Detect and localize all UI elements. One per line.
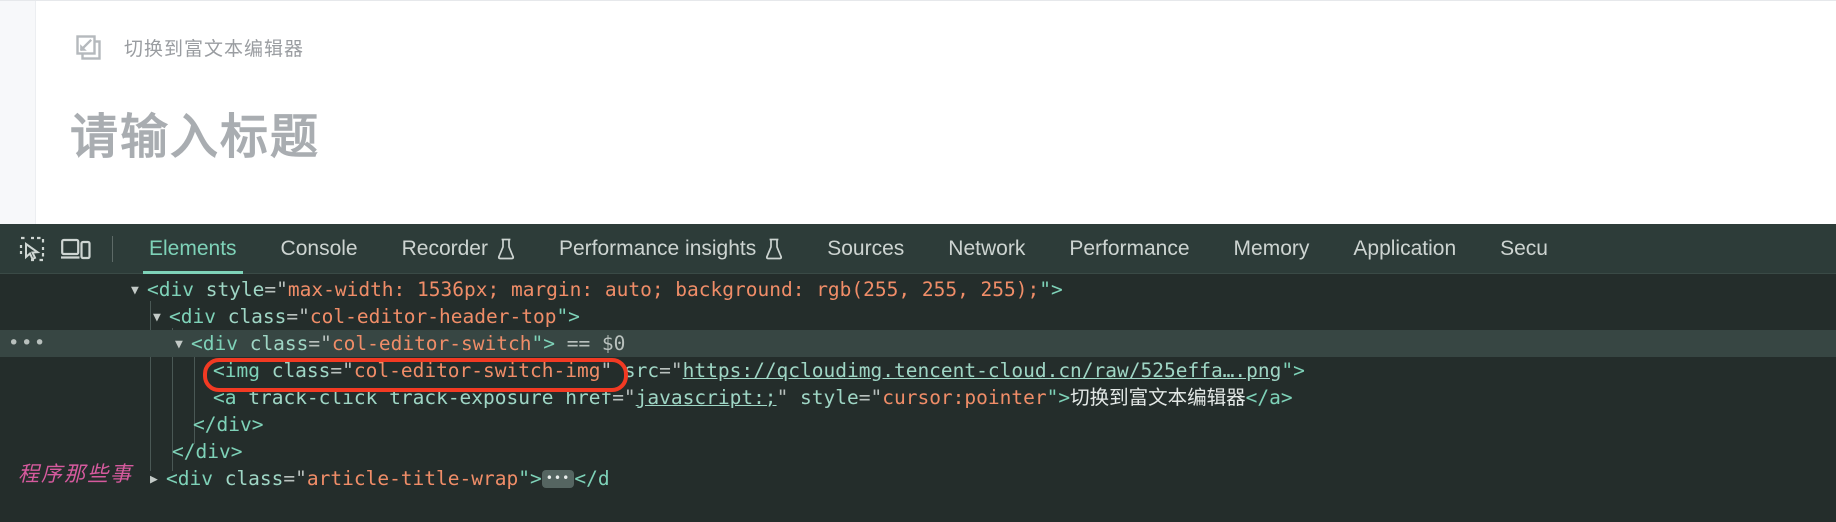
dom-attr-name: class <box>250 332 309 355</box>
dom-row-selected[interactable]: ••• ▼<div class="col-editor-switch"> == $… <box>0 330 1836 357</box>
switch-editor-icon[interactable] <box>75 34 102 61</box>
expand-triangle-icon[interactable]: ▼ <box>153 304 169 331</box>
device-toolbar-icon[interactable] <box>54 229 98 269</box>
toolbar-divider <box>112 236 113 262</box>
tab-performance-label: Performance <box>1069 237 1189 261</box>
tab-recorder[interactable]: Recorder <box>380 224 537 274</box>
devtools-tabbar: Elements Console Recorder Performance <box>0 224 1836 274</box>
tab-console[interactable]: Console <box>259 224 380 274</box>
dom-close: </d <box>574 467 609 490</box>
dom-eq: =" <box>659 359 682 382</box>
devtools-panel: Elements Console Recorder Performance <box>0 224 1836 522</box>
tab-performance-insights[interactable]: Performance insights <box>537 224 805 274</box>
switch-editor-label[interactable]: 切换到富文本编辑器 <box>124 34 304 61</box>
experimental-flask-icon <box>497 238 515 260</box>
dom-text-node: 切换到富文本编辑器 <box>1070 386 1246 409</box>
tab-security[interactable]: Secu <box>1478 224 1570 274</box>
dom-tag: <div <box>191 332 250 355</box>
devtools-tab-list: Elements Console Recorder Performance <box>127 224 1570 274</box>
dom-tag: <div <box>169 305 228 328</box>
dom-row[interactable]: </div> <box>0 411 1836 438</box>
dom-close: "> <box>1039 278 1062 301</box>
tab-elements[interactable]: Elements <box>127 224 259 274</box>
dom-row[interactable]: <a track-click track-exposure href="java… <box>0 384 1836 411</box>
dom-mid: " <box>600 359 623 382</box>
inspect-element-icon[interactable] <box>10 229 54 269</box>
dom-close: </div> <box>172 440 242 463</box>
tab-memory[interactable]: Memory <box>1212 224 1332 274</box>
dom-eq: =" <box>308 332 331 355</box>
row-more-options-icon[interactable]: ••• <box>8 330 48 357</box>
dom-attr-name: style <box>800 386 859 409</box>
dom-attr-value: col-editor-switch-img <box>354 359 601 382</box>
tab-sources[interactable]: Sources <box>805 224 926 274</box>
dom-eq: =" <box>283 467 306 490</box>
tab-elements-label: Elements <box>149 237 237 261</box>
screenshot-root: 切换到富文本编辑器 请输入标题 El <box>0 0 1836 522</box>
dom-attr-name: class <box>225 467 284 490</box>
dom-mid: " <box>777 386 800 409</box>
dom-attr-value: max-width: 1536px; margin: auto; backgro… <box>288 278 1039 301</box>
dom-row[interactable]: ▼<div class="col-editor-header-top"> <box>0 303 1836 330</box>
dom-attr-name: class <box>272 359 331 382</box>
dom-eq: =" <box>330 359 353 382</box>
tab-sources-label: Sources <box>827 237 904 261</box>
tab-recorder-label: Recorder <box>402 237 488 261</box>
collapsed-children-badge[interactable]: ••• <box>542 470 575 488</box>
selected-node-ref: == $0 <box>555 332 625 355</box>
dom-tag: <div <box>166 467 225 490</box>
dom-attr-name: track-click track-exposure href <box>248 386 612 409</box>
dom-eq: =" <box>286 305 309 328</box>
dom-tag: <a <box>213 386 248 409</box>
tab-network[interactable]: Network <box>926 224 1047 274</box>
dom-attr-name: style <box>206 278 265 301</box>
dom-row[interactable]: </div> <box>0 438 1836 465</box>
dom-href-link[interactable]: javascript:; <box>636 386 777 409</box>
editor-switch-row[interactable]: 切换到富文本编辑器 <box>75 34 304 61</box>
dom-src-link[interactable]: https://qcloudimg.tencent-cloud.cn/raw/5… <box>683 359 1282 382</box>
dom-eq: =" <box>264 278 287 301</box>
dom-close: "> <box>531 332 554 355</box>
collapse-triangle-icon[interactable]: ▶ <box>150 466 166 493</box>
tab-console-label: Console <box>281 237 358 261</box>
tab-application[interactable]: Application <box>1331 224 1478 274</box>
article-title-placeholder[interactable]: 请输入标题 <box>70 97 320 167</box>
tab-network-label: Network <box>948 237 1025 261</box>
dom-gt: "> <box>1047 386 1070 409</box>
tab-application-label: Application <box>1353 237 1456 261</box>
dom-attr-value: col-editor-header-top <box>310 305 557 328</box>
tab-performance-insights-label: Performance insights <box>559 237 756 261</box>
dom-tag: <img <box>213 359 272 382</box>
watermark: 程序那些事 <box>18 458 133 488</box>
inspected-webpage: 切换到富文本编辑器 请输入标题 <box>0 0 1836 224</box>
dom-row[interactable]: ▼<div style="max-width: 1536px; margin: … <box>0 276 1836 303</box>
dom-eq: =" <box>612 386 635 409</box>
dom-attr-value: cursor:pointer <box>882 386 1046 409</box>
experimental-flask-icon <box>765 238 783 260</box>
dom-row[interactable]: <img class="col-editor-switch-img" src="… <box>0 357 1836 384</box>
dom-attr-name: class <box>228 305 287 328</box>
expand-triangle-icon[interactable]: ▼ <box>175 331 191 358</box>
tab-performance[interactable]: Performance <box>1047 224 1211 274</box>
elements-dom-tree[interactable]: ▼<div style="max-width: 1536px; margin: … <box>0 274 1836 522</box>
tab-security-label: Secu <box>1500 237 1548 261</box>
dom-attr-value: article-title-wrap <box>307 467 518 490</box>
dom-attr-name: src <box>624 359 659 382</box>
page-left-rail <box>0 1 36 225</box>
expand-triangle-icon[interactable]: ▼ <box>131 277 147 304</box>
dom-tag: <div <box>147 278 206 301</box>
dom-close: "> <box>556 305 579 328</box>
dom-gt: "> <box>518 467 541 490</box>
dom-close: "> <box>1281 359 1304 382</box>
tab-memory-label: Memory <box>1234 237 1310 261</box>
dom-attr-value: col-editor-switch <box>332 332 532 355</box>
dom-eq: =" <box>859 386 882 409</box>
dom-close: </a> <box>1246 386 1293 409</box>
dom-row[interactable]: ▶<div class="article-title-wrap">•••</d <box>0 465 1836 492</box>
dom-close: </div> <box>193 413 263 436</box>
